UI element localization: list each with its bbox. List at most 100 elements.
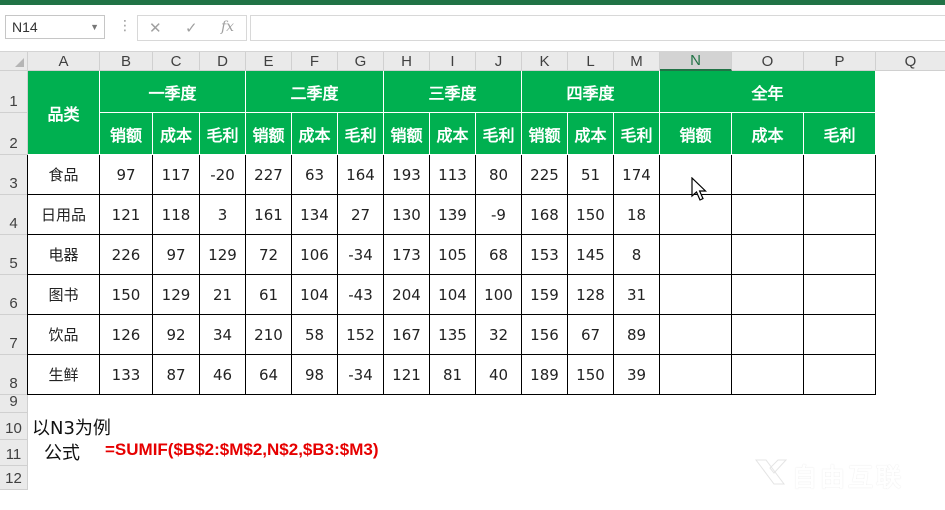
row-header-8[interactable]: 8 [0, 355, 28, 395]
metric-header[interactable]: 成本 [292, 113, 338, 155]
metric-header[interactable]: 成本 [568, 113, 614, 155]
data-cell[interactable]: 130 [384, 195, 430, 235]
data-cell[interactable]: 104 [292, 275, 338, 315]
data-cell[interactable]: 97 [100, 155, 153, 195]
column-header-i[interactable]: I [430, 52, 476, 71]
data-cell[interactable]: 92 [153, 315, 200, 355]
data-cell[interactable]: 27 [338, 195, 384, 235]
column-header-o[interactable]: O [732, 52, 804, 71]
data-cell[interactable]: 98 [292, 355, 338, 395]
column-header-a[interactable]: A [28, 52, 100, 71]
data-cell[interactable]: 161 [246, 195, 292, 235]
quarter-header[interactable]: 四季度 [522, 71, 660, 113]
metric-header[interactable]: 销额 [522, 113, 568, 155]
data-cell[interactable]: -20 [200, 155, 246, 195]
annual-total-cell[interactable] [804, 155, 876, 195]
category-cell[interactable]: 食品 [28, 155, 100, 195]
data-cell[interactable]: 135 [430, 315, 476, 355]
data-cell[interactable]: 106 [292, 235, 338, 275]
data-cell[interactable]: 189 [522, 355, 568, 395]
data-cell[interactable]: 150 [568, 355, 614, 395]
column-header-b[interactable]: B [100, 52, 153, 71]
data-cell[interactable]: 51 [568, 155, 614, 195]
data-cell[interactable]: 31 [614, 275, 660, 315]
select-all-corner[interactable] [0, 52, 28, 71]
annual-total-cell[interactable] [804, 235, 876, 275]
data-cell[interactable]: 129 [200, 235, 246, 275]
column-header-j[interactable]: J [476, 52, 522, 71]
annual-total-cell[interactable] [660, 355, 732, 395]
annual-total-cell[interactable] [732, 275, 804, 315]
column-header-c[interactable]: C [153, 52, 200, 71]
data-cell[interactable]: 72 [246, 235, 292, 275]
category-cell[interactable]: 图书 [28, 275, 100, 315]
row-header-7[interactable]: 7 [0, 315, 28, 355]
name-box[interactable]: N14 ▼ [5, 15, 105, 39]
category-cell[interactable]: 电器 [28, 235, 100, 275]
data-cell[interactable]: 113 [430, 155, 476, 195]
annual-total-cell[interactable] [660, 275, 732, 315]
column-header-l[interactable]: L [568, 52, 614, 71]
data-cell[interactable]: 32 [476, 315, 522, 355]
formula-input[interactable] [250, 15, 945, 41]
data-cell[interactable]: 156 [522, 315, 568, 355]
metric-header[interactable]: 销额 [660, 113, 732, 155]
column-header-k[interactable]: K [522, 52, 568, 71]
annual-total-cell[interactable] [804, 355, 876, 395]
data-cell[interactable]: -9 [476, 195, 522, 235]
data-cell[interactable]: 118 [153, 195, 200, 235]
metric-header[interactable]: 毛利 [200, 113, 246, 155]
column-header-q[interactable]: Q [876, 52, 945, 71]
data-cell[interactable]: 164 [338, 155, 384, 195]
data-cell[interactable]: 34 [200, 315, 246, 355]
column-header-g[interactable]: G [338, 52, 384, 71]
category-cell[interactable]: 饮品 [28, 315, 100, 355]
annual-total-cell[interactable] [804, 275, 876, 315]
metric-header[interactable]: 成本 [430, 113, 476, 155]
quarter-header[interactable]: 三季度 [384, 71, 522, 113]
metric-header[interactable]: 毛利 [614, 113, 660, 155]
data-cell[interactable]: 227 [246, 155, 292, 195]
data-cell[interactable]: 68 [476, 235, 522, 275]
annual-total-cell[interactable] [732, 195, 804, 235]
annual-total-cell[interactable] [732, 355, 804, 395]
data-cell[interactable]: 39 [614, 355, 660, 395]
data-cell[interactable]: 8 [614, 235, 660, 275]
data-cell[interactable]: 150 [568, 195, 614, 235]
metric-header[interactable]: 销额 [100, 113, 153, 155]
data-cell[interactable]: 129 [153, 275, 200, 315]
data-cell[interactable]: 153 [522, 235, 568, 275]
data-cell[interactable]: 150 [100, 275, 153, 315]
metric-header[interactable]: 毛利 [338, 113, 384, 155]
column-header-p[interactable]: P [804, 52, 876, 71]
enter-icon[interactable]: ✓ [185, 19, 198, 37]
data-cell[interactable]: 159 [522, 275, 568, 315]
data-cell[interactable]: 89 [614, 315, 660, 355]
column-header-m[interactable]: M [614, 52, 660, 71]
data-cell[interactable]: 97 [153, 235, 200, 275]
data-cell[interactable]: 18 [614, 195, 660, 235]
row-header-12[interactable]: 12 [0, 466, 28, 490]
data-cell[interactable]: -34 [338, 355, 384, 395]
annual-total-cell[interactable] [804, 195, 876, 235]
data-cell[interactable]: 210 [246, 315, 292, 355]
metric-header[interactable]: 毛利 [476, 113, 522, 155]
data-cell[interactable]: 134 [292, 195, 338, 235]
quarter-header[interactable]: 全年 [660, 71, 876, 113]
data-cell[interactable]: 100 [476, 275, 522, 315]
data-cell[interactable]: 139 [430, 195, 476, 235]
data-cell[interactable]: -43 [338, 275, 384, 315]
metric-header[interactable]: 成本 [153, 113, 200, 155]
data-cell[interactable]: 226 [100, 235, 153, 275]
data-cell[interactable]: 204 [384, 275, 430, 315]
metric-header[interactable]: 毛利 [804, 113, 876, 155]
data-cell[interactable]: 128 [568, 275, 614, 315]
row-header-4[interactable]: 4 [0, 195, 28, 235]
data-cell[interactable]: 105 [430, 235, 476, 275]
data-cell[interactable]: 174 [614, 155, 660, 195]
data-cell[interactable]: 64 [246, 355, 292, 395]
column-header-n[interactable]: N [660, 52, 732, 71]
row-header-9[interactable]: 9 [0, 393, 28, 413]
quarter-header[interactable]: 一季度 [100, 71, 246, 113]
quarter-header[interactable]: 二季度 [246, 71, 384, 113]
